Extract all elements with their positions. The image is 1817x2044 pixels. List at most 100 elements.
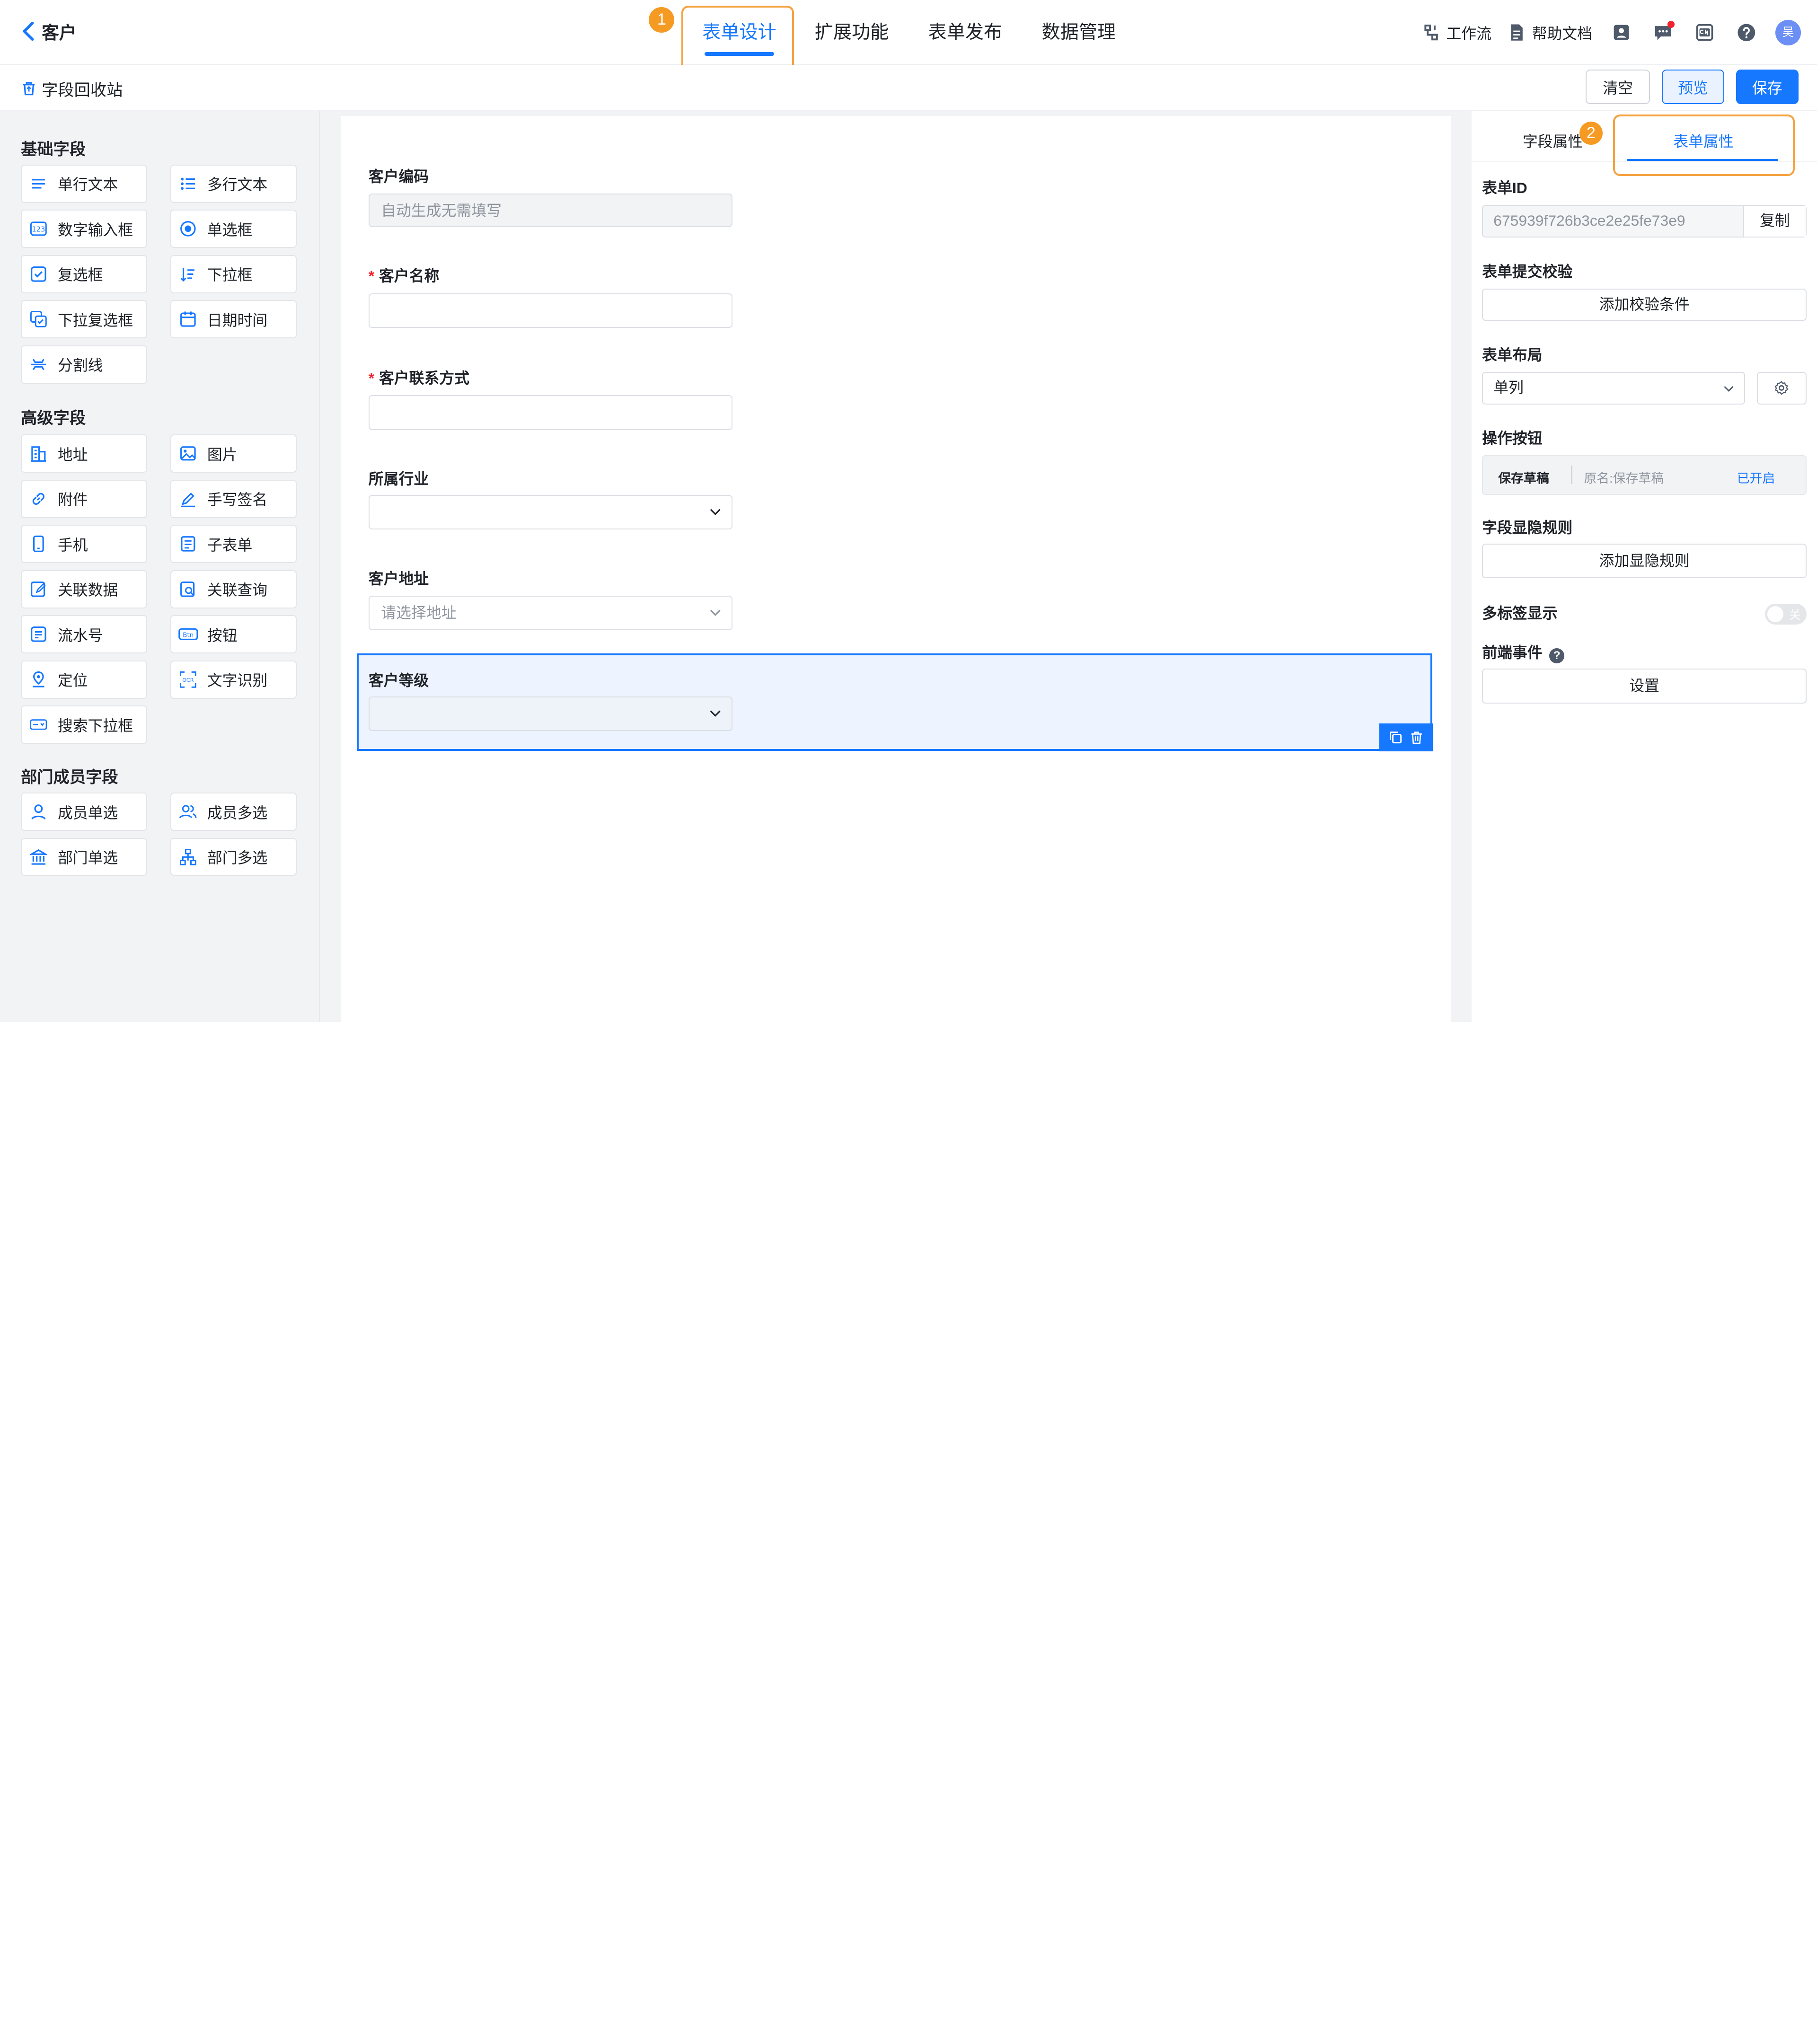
field-dept-single[interactable]: 部门单选: [21, 837, 148, 876]
label-customer-level: 客户等级: [368, 672, 429, 689]
field-member-multi[interactable]: 成员多选: [170, 793, 297, 831]
field-multi-line-text[interactable]: 多行文本: [170, 164, 297, 203]
tab-field-properties[interactable]: 字段属性: [1523, 130, 1583, 151]
copy-icon[interactable]: [1389, 731, 1402, 744]
field-label: 流水号: [57, 626, 103, 644]
customer-address-select[interactable]: 请选择地址: [368, 595, 732, 631]
field-radio[interactable]: 单选框: [170, 210, 297, 248]
text-lines-icon: [29, 174, 49, 194]
divider-icon: [29, 354, 49, 374]
customer-level-select[interactable]: [368, 696, 732, 731]
field-address[interactable]: 地址: [21, 434, 148, 473]
label-customer-contact: * 客户联系方式: [369, 366, 469, 388]
events-settings-button[interactable]: 设置: [1482, 669, 1807, 704]
workflow-button[interactable]: 工作流: [1422, 22, 1491, 44]
save-button[interactable]: 保存: [1736, 69, 1799, 105]
field-label: 搜索下拉框: [57, 717, 133, 734]
delete-icon[interactable]: [1410, 731, 1423, 744]
field-dept-multi[interactable]: 部门多选: [170, 837, 297, 876]
clear-button[interactable]: 清空: [1586, 69, 1650, 105]
field-label: 文字识别: [207, 672, 268, 689]
field-number-input[interactable]: 123 数字输入框: [21, 210, 148, 248]
customer-code-input: 自动生成无需填写: [368, 193, 732, 227]
subform-icon: [178, 534, 198, 554]
field-search-dropdown[interactable]: 搜索下拉框: [21, 705, 148, 744]
field-dropdown[interactable]: 下拉框: [170, 255, 297, 293]
field-attachment[interactable]: 附件: [21, 479, 148, 518]
list-icon: [178, 174, 198, 194]
add-validation-button[interactable]: 添加校验条件: [1482, 288, 1807, 321]
field-single-line-text[interactable]: 单行文本: [21, 164, 148, 203]
field-related-data[interactable]: 关联数据: [21, 570, 148, 608]
user-avatar[interactable]: 吴: [1775, 19, 1801, 45]
label-form-id: 表单ID: [1482, 179, 1527, 197]
tab-publish[interactable]: 表单发布: [908, 0, 1022, 65]
form-actions: 清空 预览 保存: [1586, 69, 1799, 105]
top-bar: 客户 表单设计 扩展功能 表单发布 数据管理 1 工作流 帮助文档 吴: [0, 0, 1817, 76]
step-badge-2: 2: [1579, 122, 1603, 145]
action-status[interactable]: 已开启: [1737, 468, 1775, 486]
checkbox-icon: [29, 264, 49, 284]
required-mark: *: [368, 267, 375, 285]
field-button[interactable]: Btn 按钮: [170, 615, 297, 654]
step-badge-1: 1: [649, 7, 675, 33]
language-button[interactable]: [1692, 20, 1718, 45]
layout-settings-button[interactable]: [1756, 372, 1807, 405]
dept-fields-grid: 成员单选 成员多选 部门单选 部门多选: [21, 793, 297, 876]
field-subform[interactable]: 子表单: [170, 525, 297, 564]
industry-select[interactable]: [368, 494, 732, 530]
preview-button[interactable]: 预览: [1661, 69, 1725, 105]
help-circle-icon[interactable]: ?: [1549, 648, 1565, 663]
field-recycle-bin[interactable]: 字段回收站: [21, 77, 123, 100]
svg-text:OCR: OCR: [182, 677, 194, 683]
multi-check-icon: [29, 309, 49, 329]
field-serial-number[interactable]: 流水号: [21, 615, 148, 654]
add-visibility-rule-button[interactable]: 添加显隐规则: [1482, 543, 1807, 579]
field-signature[interactable]: 手写签名: [170, 479, 297, 518]
messages-button[interactable]: [1650, 20, 1676, 45]
field-datetime[interactable]: 日期时间: [170, 300, 297, 339]
field-label: 成员单选: [57, 804, 118, 821]
serial-icon: [29, 625, 49, 644]
field-label: 子表单: [207, 536, 253, 554]
advanced-fields-grid: 地址 图片 附件 手写签名 手机 子表单 关联数据 关联查询 流水号 Btn 按钮…: [21, 434, 297, 744]
edit-doc-icon: [29, 579, 49, 599]
copy-id-button[interactable]: 复制: [1743, 206, 1806, 237]
field-location[interactable]: 定位: [21, 660, 148, 699]
field-phone[interactable]: 手机: [21, 525, 148, 564]
field-member-single[interactable]: 成员单选: [21, 793, 148, 831]
field-checkbox[interactable]: 复选框: [21, 255, 148, 293]
action-button-row[interactable]: 保存草稿 原名:保存草稿 已开启: [1482, 455, 1807, 495]
app-title: 客户: [42, 23, 77, 43]
contact-card-icon: [1614, 25, 1629, 40]
recycle-bin-label: 字段回收站: [42, 81, 123, 99]
tab-extensions[interactable]: 扩展功能: [795, 0, 908, 65]
form-id-value: 675939f726b3ce2e25fe73e9: [1493, 212, 1685, 229]
help-docs-button[interactable]: 帮助文档: [1508, 22, 1592, 44]
sort-down-icon: [178, 264, 198, 284]
field-label: 手机: [57, 536, 88, 554]
label-action-buttons: 操作按钮: [1482, 430, 1543, 447]
field-dropdown-checkbox[interactable]: 下拉复选框: [21, 300, 148, 339]
field-image[interactable]: 图片: [170, 434, 297, 473]
field-label: 多行文本: [207, 176, 268, 194]
field-divider[interactable]: 分割线: [21, 345, 148, 384]
notification-dot: [1667, 21, 1675, 28]
layout-select[interactable]: 单列: [1482, 372, 1746, 405]
number-123-icon: 123: [29, 219, 49, 239]
contacts-button[interactable]: [1608, 20, 1634, 45]
sub-toolbar: 字段回收站 清空 预览 保存: [0, 65, 1817, 112]
customer-contact-input[interactable]: [368, 395, 732, 430]
field-label: 手写签名: [207, 491, 268, 509]
workflow-icon: [1424, 24, 1438, 41]
tab-data-manage[interactable]: 数据管理: [1022, 0, 1136, 65]
customer-name-input[interactable]: [368, 293, 732, 328]
field-related-query[interactable]: 关联查询: [170, 570, 297, 608]
back-button[interactable]: 客户: [21, 18, 77, 44]
help-button[interactable]: [1734, 20, 1759, 45]
building-icon: [29, 444, 49, 464]
multi-tab-toggle[interactable]: 关: [1764, 603, 1807, 625]
svg-text:Btn: Btn: [183, 632, 194, 639]
field-ocr[interactable]: OCR 文字识别: [170, 660, 297, 699]
field-label: 复选框: [57, 266, 103, 284]
